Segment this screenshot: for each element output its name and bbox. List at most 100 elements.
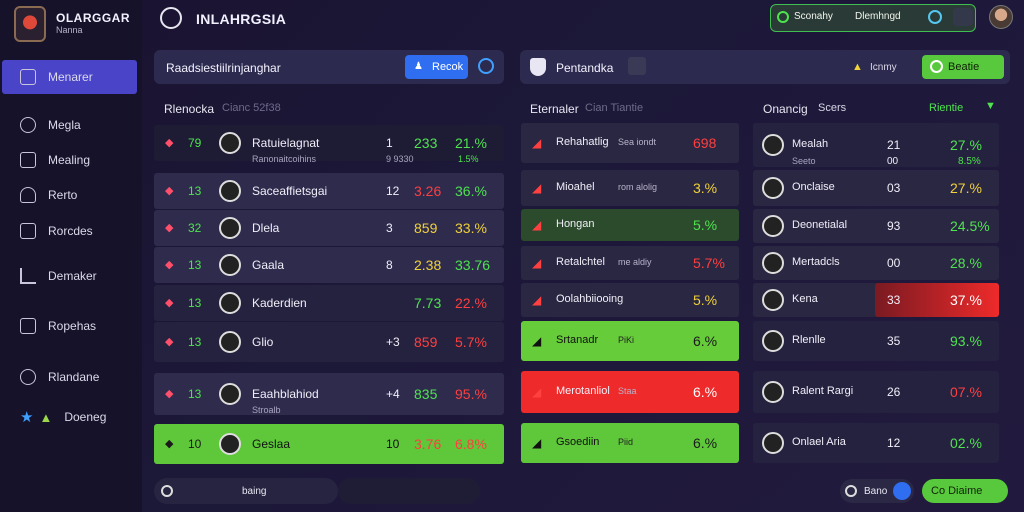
table-row[interactable] [154,173,504,209]
expand-icon[interactable] [628,57,646,75]
team-sub: Ranonaitcoihins [252,154,317,164]
team-name: Dlela [252,221,280,235]
status-icon [777,11,789,23]
rank-icon: ◆ [165,438,174,450]
shield-icon [530,58,546,76]
team-badge-icon [219,180,241,202]
col-three: 33.% [455,220,487,236]
star-icon: ★ [20,409,34,426]
brand-logo [14,6,46,42]
sidebar-item-menarer[interactable]: Menarer [20,69,93,85]
item-icon: ◢ [532,181,542,195]
toggle-button[interactable] [953,8,973,26]
avatar[interactable] [989,5,1013,29]
item-icon: ◢ [532,218,542,232]
sidebar-item-rlandane[interactable]: Rlandane [20,369,99,385]
team-badge-icon [219,383,241,405]
table-row[interactable] [154,125,504,161]
mid-panel-title: Pentandka [556,61,614,75]
col-two: 02.% [950,435,982,451]
col-three: 21.% [455,135,487,151]
filter-icon[interactable]: ▼ [985,100,996,112]
table-row[interactable] [154,210,504,246]
sidebar-item-label: Doeneg [64,410,107,424]
col-one: +4 [386,387,400,401]
sidebar-item-demaker[interactable]: Demaker [20,268,97,284]
sidebar-item-label: Megla [48,118,81,132]
refresh-icon[interactable] [478,58,494,74]
col-one: 35 [887,334,901,348]
sidebar-item-ropehas[interactable]: Ropehas [20,318,96,334]
rank-value: 13 [188,296,202,310]
document-icon [20,152,36,168]
col-one: 26 [887,385,901,399]
right-section-sub: Scers [818,102,847,114]
search-icon[interactable] [928,10,942,24]
team-name: Onclaise [792,181,835,193]
sidebar-item-label: Ropehas [48,319,97,333]
rank-value: 13 [188,258,202,272]
col-three: 6.8% [455,436,487,452]
rank-icon: ◆ [165,185,174,197]
team-badge-icon [762,252,784,274]
footer-chip-label: Bano [864,486,888,497]
team-name: Glio [252,335,274,349]
table-row[interactable] [154,285,504,321]
team-name: Eaahblahiod [252,387,319,401]
table-row[interactable] [154,322,504,362]
rank-value: 13 [188,184,202,198]
mid-section-sub: Cian Tiantie [585,102,644,114]
chip-icon [845,485,857,497]
sidebar-item-mealing[interactable]: Mealing [20,152,90,168]
item-name: Hongan [556,218,595,230]
item-value: 5.7% [693,255,725,271]
warning-label: Icnmy [870,62,897,73]
team-name: Mertadcls [792,256,840,268]
rank-value: 79 [188,136,202,150]
col-two: 2.38 [414,257,442,273]
sidebar-item-rerto[interactable]: Rerto [20,187,77,203]
settings-icon [20,369,36,385]
rank-icon: ◆ [165,388,174,400]
filter-label[interactable]: Rientie [929,102,963,114]
team-badge-icon [762,289,784,311]
col-two: 28.% [950,255,982,271]
col-two: 93.% [950,333,982,349]
rank-value: 13 [188,335,202,349]
arrow-right-icon[interactable] [893,482,911,500]
team-name: Geslaa [252,437,291,451]
left-footer-field[interactable] [338,478,480,504]
col-three: 22.% [455,295,487,311]
recok-button-icon: ♟ [414,61,423,72]
table-row[interactable] [154,424,504,464]
item-value: 6.% [693,435,718,451]
warning-icon: ▲ [852,61,863,73]
team-sub: Stroalb [252,405,281,415]
col-two: 27.% [950,180,982,196]
rank-icon: ◆ [165,297,174,309]
col-one: 03 [887,181,901,195]
sidebar-item-label: Demaker [48,269,97,283]
header-pill-label: Sconahy [794,11,833,22]
sidebar-item-doeneg[interactable]: ★ ▲ Doeneg [20,408,106,426]
team-badge-icon [219,292,241,314]
col-one: 12 [386,184,400,198]
item-icon: ◢ [532,256,542,270]
table-row[interactable] [154,373,504,415]
team-badge-icon [762,381,784,403]
footer-cta-label: Co Diaime [931,485,983,497]
item-value: 5.% [693,217,718,233]
item-sub: Staa [618,386,637,396]
table-row[interactable] [154,247,504,283]
sidebar-item-megla[interactable]: Megla [20,117,81,133]
col-three: 36.% [455,183,487,199]
item-value: 3.% [693,180,718,196]
sidebar-item-rorcdes[interactable]: Rorcdes [20,223,93,239]
col-two: 27.% [950,137,982,153]
left-panel-title: Raadsiestiilrinjanghar [166,61,281,75]
brand-title: OLARGGAR [56,11,130,25]
left-footer-label: baing [242,486,267,497]
item-icon: ◢ [532,293,542,307]
item-name: Gsoediin [556,436,600,448]
team-name: Ralent Rargi [792,385,854,397]
